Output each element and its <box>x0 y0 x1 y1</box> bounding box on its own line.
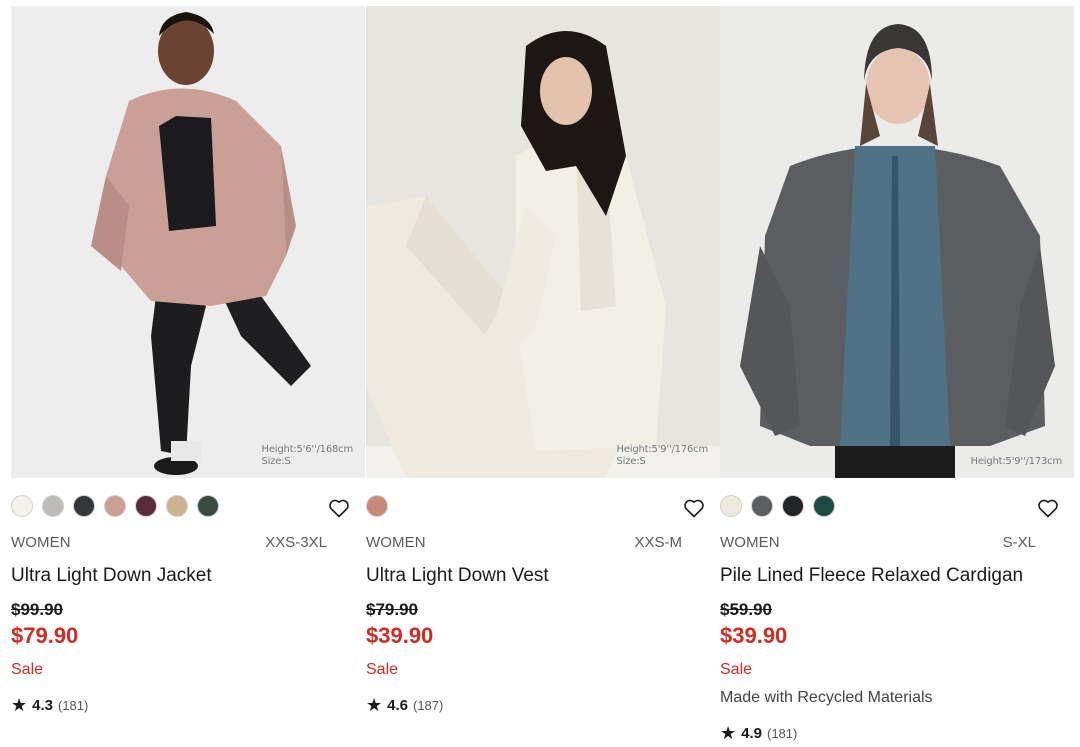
sale-price: $79.90 <box>11 623 79 648</box>
star-icon: ★ <box>366 695 383 715</box>
color-swatch[interactable] <box>42 495 64 517</box>
review-count: (181) <box>58 698 89 713</box>
review-count: (187) <box>413 698 444 713</box>
model-info: Height:5'6''/168cm Size:S <box>262 444 354 468</box>
product-rating: ★ 4.3 (181) <box>11 694 88 715</box>
color-swatch[interactable] <box>813 495 835 517</box>
color-swatch[interactable] <box>166 495 188 517</box>
heart-outline-icon[interactable] <box>1036 496 1060 520</box>
product-meta-row: WOMEN S-XL <box>720 534 1036 551</box>
product-image[interactable]: Height:5'6''/168cm Size:S <box>11 6 365 478</box>
color-swatch[interactable] <box>73 495 95 517</box>
star-icon: ★ <box>720 723 737 743</box>
sale-badge: Sale <box>11 661 44 678</box>
product-card[interactable]: Height:5'6''/168cm Size:S WOMEN XXS-3XL … <box>11 6 365 747</box>
color-swatches <box>366 495 388 517</box>
model-info: Height:5'9''/176cm Size:S <box>617 444 709 468</box>
product-name[interactable]: Ultra Light Down Vest <box>366 565 549 587</box>
color-swatch[interactable] <box>197 495 219 517</box>
model-height: Height:5'9''/173cm <box>970 456 1063 467</box>
color-swatch[interactable] <box>135 495 157 517</box>
model-info: Height:5'9''/173cm <box>971 456 1063 468</box>
color-swatches <box>720 495 835 517</box>
gender-label: WOMEN <box>11 534 71 551</box>
size-range: S-XL <box>1002 534 1036 551</box>
product-card[interactable]: Height:5'9''/176cm Size:S WOMEN XXS-M Ul… <box>366 6 720 747</box>
product-image[interactable]: Height:5'9''/176cm Size:S <box>366 6 720 478</box>
gender-label: WOMEN <box>366 534 426 551</box>
heart-outline-icon[interactable] <box>327 496 351 520</box>
sustainability-flag: Made with Recycled Materials <box>720 689 933 706</box>
product-rating: ★ 4.6 (187) <box>366 694 443 715</box>
model-size: Size:S <box>616 456 646 467</box>
sale-price: $39.90 <box>720 623 788 648</box>
heart-outline-icon[interactable] <box>682 496 706 520</box>
product-grid: Height:5'6''/168cm Size:S WOMEN XXS-3XL … <box>11 6 1075 747</box>
product-meta-row: WOMEN XXS-3XL <box>11 534 327 551</box>
model-height: Height:5'6''/168cm <box>261 444 354 455</box>
star-icon: ★ <box>11 695 28 715</box>
rating-score: 4.6 <box>387 697 408 714</box>
sale-price: $39.90 <box>366 623 434 648</box>
review-count: (181) <box>767 726 798 741</box>
size-range: XXS-M <box>634 534 682 551</box>
size-range: XXS-3XL <box>265 534 327 551</box>
original-price: $79.90 <box>366 600 418 619</box>
sale-badge: Sale <box>366 661 399 678</box>
rating-score: 4.9 <box>741 725 762 742</box>
original-price: $99.90 <box>11 600 63 619</box>
product-name[interactable]: Pile Lined Fleece Relaxed Cardigan <box>720 565 1023 587</box>
rating-score: 4.3 <box>32 697 53 714</box>
color-swatch[interactable] <box>11 495 33 517</box>
color-swatch[interactable] <box>782 495 804 517</box>
color-swatch[interactable] <box>751 495 773 517</box>
original-price: $59.90 <box>720 600 772 619</box>
color-swatch[interactable] <box>104 495 126 517</box>
product-name[interactable]: Ultra Light Down Jacket <box>11 565 212 587</box>
color-swatches <box>11 495 219 517</box>
color-swatch[interactable] <box>366 495 388 517</box>
product-card[interactable]: Height:5'9''/173cm WOMEN S-XL Pile Lined… <box>720 6 1074 747</box>
gender-label: WOMEN <box>720 534 780 551</box>
sale-badge: Sale <box>720 661 753 678</box>
model-size: Size:S <box>261 456 291 467</box>
product-meta-row: WOMEN XXS-M <box>366 534 682 551</box>
product-image[interactable]: Height:5'9''/173cm <box>720 6 1074 478</box>
color-swatch[interactable] <box>720 495 742 517</box>
product-rating: ★ 4.9 (181) <box>720 722 797 743</box>
model-height: Height:5'9''/176cm <box>616 444 709 455</box>
